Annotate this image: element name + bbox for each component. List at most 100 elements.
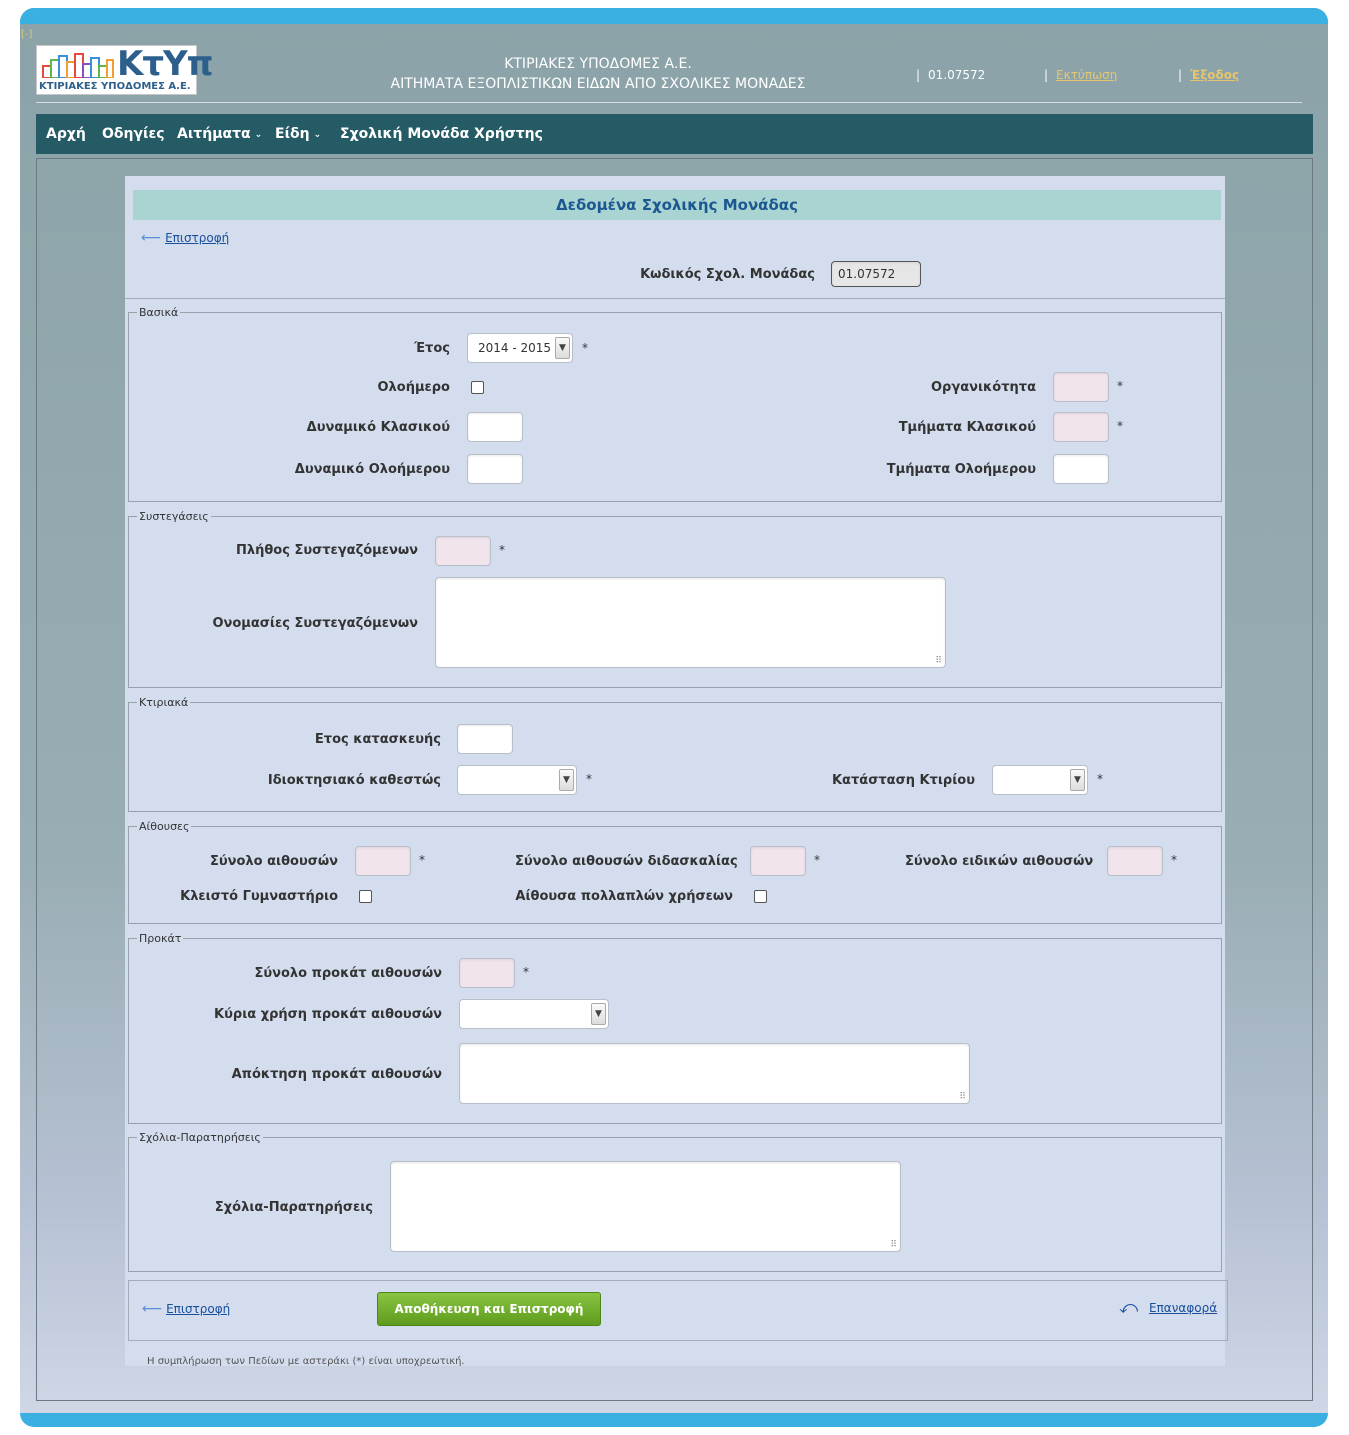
app-title-line2: ΑΙΤΗΜΑΤΑ ΕΞΟΠΛΙΣΤΙΚΩΝ ΕΙΔΩΝ ΑΠΟ ΣΧΟΛΙΚΕΣ… <box>390 76 806 92</box>
collapse-toggle[interactable]: [-] <box>21 29 32 40</box>
header-logout: | Έξοδος <box>1178 68 1240 82</box>
required-mark: * <box>1097 772 1103 786</box>
logo-bars-icon <box>42 53 114 78</box>
nav-item-instructions[interactable]: Οδηγίες <box>102 126 165 142</box>
bottom-bar <box>20 1413 1328 1427</box>
header-divider <box>36 102 1302 103</box>
back-arrow-icon: ⟵ <box>142 1301 163 1317</box>
required-mark: * <box>1117 419 1123 433</box>
cohoused-names-label: Ονομασίες Συστεγαζόμενων <box>212 616 418 631</box>
app-title-line1: ΚΤΙΡΙΑΚΕΣ ΥΠΟΔΟΜΕΣ Α.Ε. <box>504 56 692 72</box>
required-mark: * <box>582 341 588 355</box>
school-code-field: 01.07572 <box>831 261 921 287</box>
cohoused-names-textarea[interactable]: ⠿ <box>435 577 946 668</box>
panel-title: Δεδομένα Σχολικής Μονάδας <box>133 190 1221 220</box>
cohoused-count-input[interactable] <box>435 536 491 566</box>
prefab-acquire-textarea[interactable]: ⠿ <box>459 1043 970 1104</box>
organic-label: Οργανικότητα <box>930 380 1036 395</box>
required-mark: * <box>1117 379 1123 393</box>
school-code-value: 01.07572 <box>928 68 986 82</box>
resize-grip-icon[interactable]: ⠿ <box>959 1092 966 1102</box>
prefab-total-label: Σύνολο προκάτ αιθουσών <box>254 966 442 981</box>
cohoused-legend: Συστεγάσεις <box>139 510 209 523</box>
required-mark: * <box>1171 853 1177 867</box>
prefab-legend: Προκάτ <box>139 932 182 945</box>
chevron-down-icon: ▼ <box>1070 769 1085 791</box>
print-link[interactable]: Εκτύπωση <box>1056 68 1117 82</box>
nav-item-school-unit[interactable]: Σχολική Μονάδα <box>340 126 469 142</box>
sections-classic-label: Τμήματα Κλασικού <box>898 420 1036 435</box>
rooms-teaching-input[interactable] <box>750 846 806 876</box>
multi-purpose-checkbox[interactable] <box>754 890 767 903</box>
form-actions: ⟵ Επιστροφή Αποθήκευση και Επιστροφή ⤺ Επ… <box>128 1280 1228 1341</box>
logout-link[interactable]: Έξοδος <box>1190 68 1239 82</box>
comments-label: Σχόλια-Παρατηρήσεις <box>214 1200 373 1215</box>
gym-checkbox[interactable] <box>359 890 372 903</box>
main-nav: Αρχή Οδηγίες Αιτήματα ⌄ Είδη ⌄ Σχολική Μον… <box>36 114 1313 154</box>
rooms-total-label: Σύνολο αιθουσών <box>209 854 338 869</box>
building-legend: Κτιριακά <box>139 696 189 709</box>
dyn-allday-label: Δυναμικό Ολοήμερου <box>294 462 450 477</box>
rooms-section: Αίθουσες <box>128 820 1222 924</box>
chevron-down-icon: ▼ <box>555 337 570 359</box>
prefab-use-label: Κύρια χρήση προκάτ αιθουσών <box>214 1007 442 1022</box>
chevron-down-icon: ⌄ <box>313 130 322 140</box>
allday-label: Ολοήμερο <box>377 380 450 395</box>
resize-grip-icon[interactable]: ⠿ <box>935 656 942 666</box>
dyn-classic-input[interactable] <box>467 412 523 442</box>
dyn-allday-input[interactable] <box>467 454 523 484</box>
condition-select[interactable]: ▼ <box>992 765 1088 795</box>
gym-label: Κλειστό Γυμναστήριο <box>180 889 338 904</box>
school-data-panel: Δεδομένα Σχολικής Μονάδας ⟵ Επιστροφή Κωδ… <box>125 176 1228 1367</box>
header-print: | Εκτύπωση <box>1044 68 1118 82</box>
app-title: ΚΤΙΡΙΑΚΕΣ ΥΠΟΔΟΜΕΣ Α.Ε. ΑΙΤΗΜΑΤΑ ΕΞΟΠΛΙΣ… <box>350 54 846 94</box>
year-label: Έτος <box>414 341 450 356</box>
required-fields-note: Η συμπλήρωση των Πεδίων με αστεράκι (*) … <box>147 1356 465 1367</box>
cohoused-count-label: Πλήθος Συστεγαζόμενων <box>236 543 418 558</box>
required-mark: * <box>499 543 505 557</box>
nav-item-items[interactable]: Είδη ⌄ <box>275 126 321 142</box>
condition-label: Κατάσταση Κτιρίου <box>831 773 975 788</box>
nav-item-home[interactable]: Αρχή <box>46 126 86 142</box>
multi-purpose-label: Αίθουσα πολλαπλών χρήσεων <box>515 889 733 904</box>
chevron-down-icon: ▼ <box>559 769 574 791</box>
back-link-top[interactable]: ⟵ Επιστροφή <box>141 230 229 246</box>
sections-allday-input[interactable] <box>1053 454 1109 484</box>
logo-subtitle: ΚΤΙΡΙΑΚΕΣ ΥΠΟΔΟΜΕΣ Α.Ε. <box>39 81 191 92</box>
comments-textarea[interactable]: ⠿ <box>390 1161 901 1252</box>
basic-legend: Βασικά <box>139 306 179 319</box>
prefab-acquire-label: Απόκτηση προκάτ αιθουσών <box>231 1067 442 1082</box>
comments-legend: Σχόλια-Παρατηρήσεις <box>139 1131 261 1144</box>
back-link-bottom[interactable]: ⟵ Επιστροφή <box>142 1301 230 1317</box>
rooms-teaching-label: Σύνολο αιθουσών διδασκαλίας <box>515 854 738 869</box>
resize-grip-icon[interactable]: ⠿ <box>890 1240 897 1250</box>
divider <box>125 298 1225 299</box>
top-bar <box>20 8 1328 24</box>
ownership-select[interactable]: ▼ <box>457 765 577 795</box>
year-select[interactable]: 2014 - 2015 ▼ <box>467 333 573 363</box>
save-and-return-button[interactable]: Αποθήκευση και Επιστροφή <box>377 1292 601 1326</box>
required-mark: * <box>814 853 820 867</box>
sections-classic-input[interactable] <box>1053 412 1109 442</box>
rooms-legend: Αίθουσες <box>139 820 190 833</box>
reset-link[interactable]: Επαναφορά <box>1149 1301 1217 1315</box>
allday-checkbox[interactable] <box>471 381 484 394</box>
rooms-total-input[interactable] <box>355 846 411 876</box>
chevron-down-icon: ▼ <box>591 1003 606 1025</box>
logo: ΚτΥπ ΚΤΙΡΙΑΚΕΣ ΥΠΟΔΟΜΕΣ Α.Ε. <box>36 44 214 95</box>
organic-input[interactable] <box>1053 372 1109 402</box>
chevron-down-icon: ⌄ <box>254 130 263 140</box>
required-mark: * <box>419 853 425 867</box>
nav-item-user[interactable]: Χρήστης <box>474 126 543 142</box>
year-built-input[interactable] <box>457 724 513 754</box>
rooms-special-input[interactable] <box>1107 846 1163 876</box>
required-mark: * <box>586 772 592 786</box>
nav-item-requests[interactable]: Αιτήματα ⌄ <box>177 126 262 142</box>
required-mark: * <box>523 965 529 979</box>
prefab-total-input[interactable] <box>459 958 515 988</box>
dyn-classic-label: Δυναμικό Κλασικού <box>306 420 450 435</box>
undo-icon[interactable]: ⤺ <box>1119 1297 1138 1318</box>
rooms-special-label: Σύνολο ειδικών αιθουσών <box>905 854 1094 869</box>
prefab-use-select[interactable]: ▼ <box>459 999 609 1029</box>
sections-allday-label: Τμήματα Ολοήμερου <box>886 462 1036 477</box>
